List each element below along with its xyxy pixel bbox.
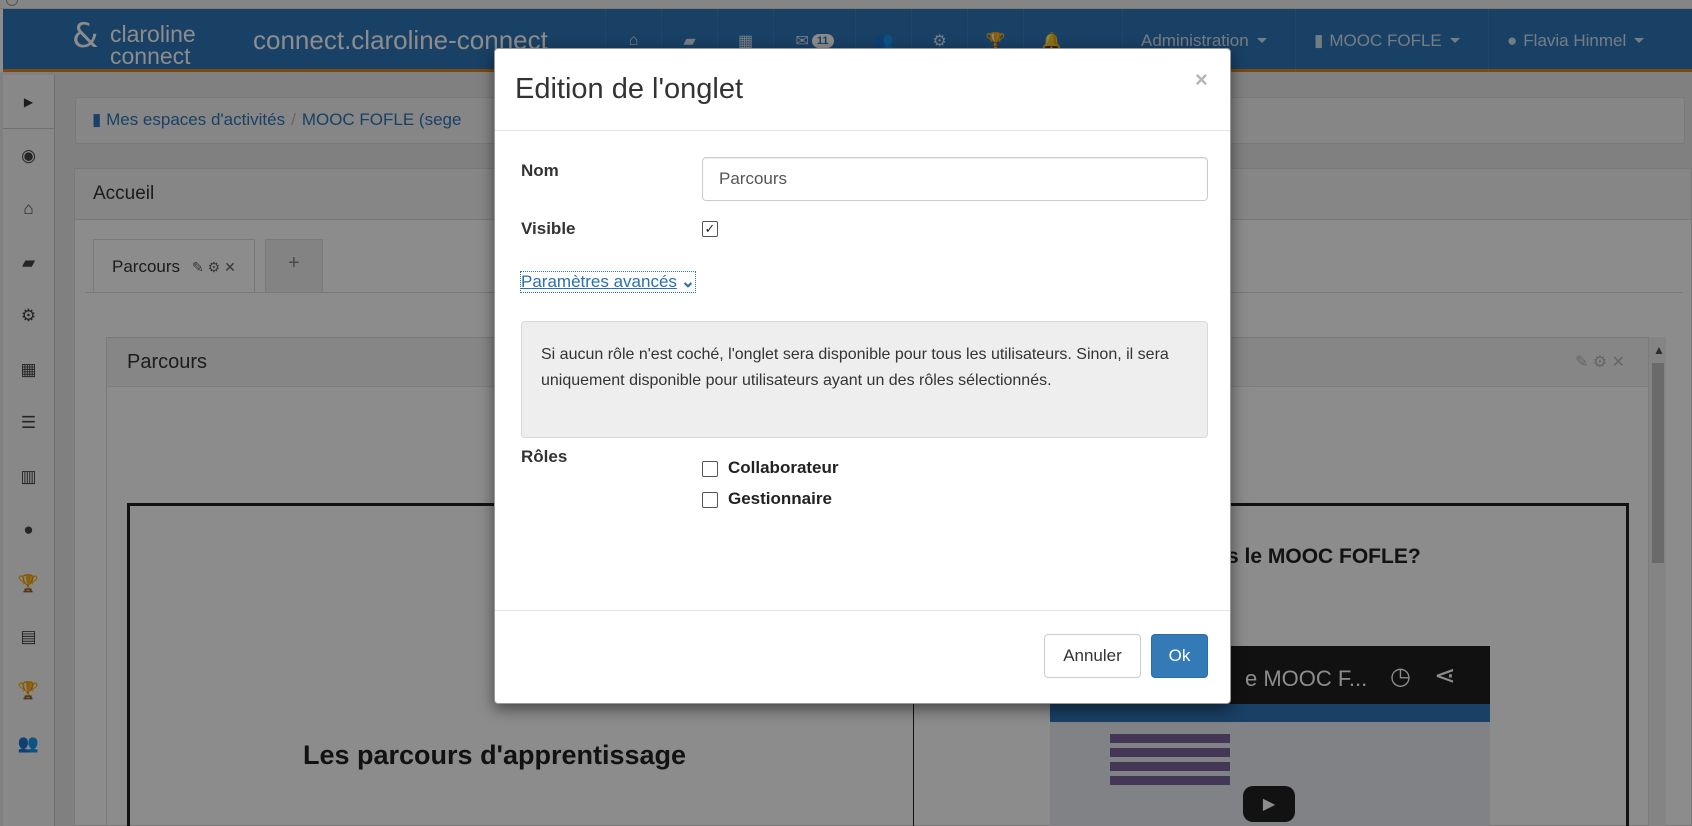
dialog-header: Edition de l'onglet × — [495, 49, 1230, 131]
name-label: Nom — [521, 161, 559, 180]
visible-checkbox[interactable]: ✓ — [702, 221, 718, 237]
advanced-settings-link[interactable]: Paramètres avancés ⌄ — [519, 271, 697, 293]
ok-button[interactable]: Ok — [1151, 634, 1208, 678]
cancel-button[interactable]: Annuler — [1044, 634, 1141, 678]
role-checkbox-collaborateur[interactable] — [702, 461, 718, 477]
roles-label: Rôles — [521, 447, 568, 466]
role-label-collaborateur: Collaborateur — [728, 458, 839, 477]
visible-label: Visible — [521, 219, 576, 238]
role-label-gestionnaire: Gestionnaire — [728, 489, 832, 508]
roles-info-text: Si aucun rôle n'est coché, l'onglet sera… — [521, 321, 1208, 438]
name-input[interactable] — [702, 157, 1208, 201]
dialog-title: Edition de l'onglet — [515, 73, 744, 105]
close-icon[interactable]: × — [1195, 67, 1208, 93]
chevron-down-icon: ⌄ — [680, 272, 696, 291]
role-checkbox-gestionnaire[interactable] — [702, 492, 718, 508]
edit-tab-dialog: Edition de l'onglet × Nom Visible ✓ Para… — [494, 48, 1231, 704]
advanced-settings-label: Paramètres avancés — [521, 272, 677, 291]
